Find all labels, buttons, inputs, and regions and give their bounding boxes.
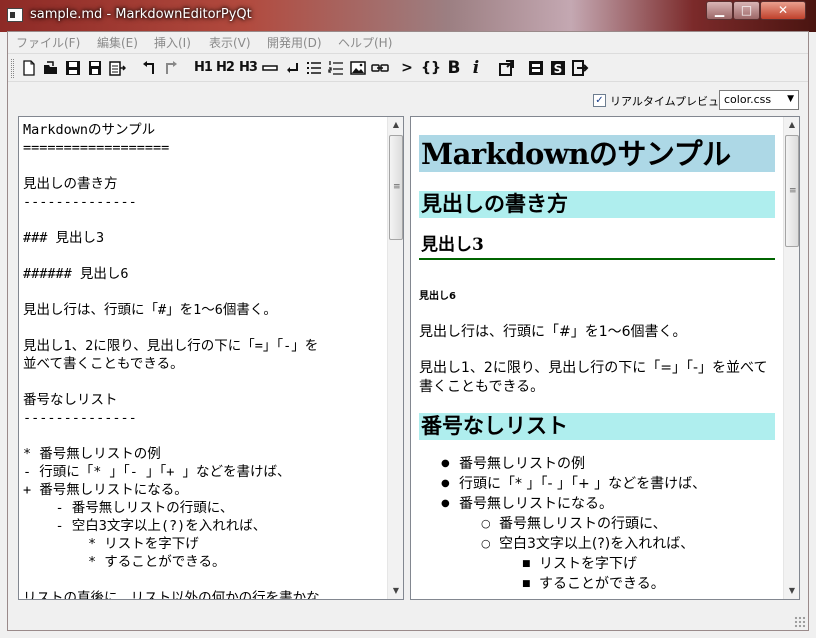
preview-scroll-thumb[interactable] [785,135,799,247]
close-button[interactable]: ✕ [760,1,806,20]
maximize-button[interactable]: □ [733,1,760,20]
preview-h1: Markdownのサンプル [419,135,775,172]
exit-icon[interactable] [571,59,589,77]
preview-list: 番号無しリストの例 行頭に「* 」「- 」「+ 」などを書けば、 番号無しリスト… [419,454,775,594]
menu-dev[interactable]: 開発用(D) [267,34,322,51]
list-item: 空白3文字以上(?)を入れれば、 [419,534,775,554]
css-select-value: color.css [724,93,772,106]
save-as-icon[interactable] [86,59,104,77]
editor-scrollbar[interactable]: ▲ ▼ [387,117,403,599]
preview-scrollbar[interactable]: ▲ ▼ [783,117,799,599]
list-item: リストを字下げ [419,554,775,574]
resize-grip[interactable] [794,616,806,628]
link-icon[interactable] [371,59,389,77]
realtime-preview-checkbox[interactable]: ✓ [593,94,606,107]
list-item: 行頭に「* 」「- 」「+ 」などを書けば、 [419,474,775,494]
heading3-button[interactable]: H3 [237,59,259,77]
window-title: sample.md - MarkdownEditorPyQt [30,7,252,22]
horizontal-rule-icon[interactable] [261,59,279,77]
refresh-preview-icon[interactable] [497,59,515,77]
bullet-list-icon[interactable] [305,59,323,77]
line-break-icon[interactable] [283,59,301,77]
preview-html-icon[interactable] [527,59,545,77]
image-icon[interactable] [349,59,367,77]
undo-icon[interactable] [140,59,158,77]
menu-edit[interactable]: 編集(E) [97,34,138,51]
bold-button[interactable]: B [445,59,463,77]
scroll-down-icon[interactable]: ▼ [388,583,403,599]
preview-h6: 見出し6 [419,291,456,302]
list-item: 番号無しリストの行頭に、 [419,514,775,534]
preview-content: Markdownのサンプル 見出しの書き方 見出し3 見出し6 見出し行は、行頭… [419,135,775,594]
preview-h3: 見出し3 [419,234,775,260]
toolbar-grip[interactable] [11,59,14,78]
export-icon[interactable] [108,59,127,77]
list-item: 番号無しリストになる。 [419,494,775,514]
preview-h2: 見出しの書き方 [419,191,775,218]
open-file-icon[interactable] [42,59,60,77]
menu-view[interactable]: 表示(V) [209,34,251,51]
preview-paragraph: 見出し1、2に限り、見出し行の下に「=」「-」を並べて書くこともできる。 [419,360,768,395]
code-button[interactable]: {} [421,59,441,77]
menu-help[interactable]: ヘルプ(H) [338,34,392,51]
css-select[interactable]: color.css ▼ [719,90,799,110]
app-icon [7,8,23,22]
app-window: sample.md - MarkdownEditorPyQt ▁ □ ✕ ファイ… [0,0,816,638]
save-icon[interactable] [64,59,82,77]
html-preview: Markdownのサンプル 見出しの書き方 見出し3 見出し6 見出し行は、行頭… [410,116,800,600]
heading2-button[interactable]: H2 [214,59,236,77]
options-row: ✓ リアルタイムプレビュー color.css ▼ [8,83,808,115]
list-item: 番号無しリストの例 [419,454,775,474]
svg-text:S: S [554,62,563,76]
italic-button[interactable]: i [467,59,485,77]
minimize-button[interactable]: ▁ [706,1,733,20]
numbered-list-icon[interactable] [327,59,345,77]
settings-icon[interactable]: S [549,59,567,77]
preview-h2: 番号なしリスト [419,413,775,440]
markdown-editor[interactable]: Markdownのサンプル ================== 見出しの書き方… [18,116,404,600]
status-bar [8,606,808,630]
scroll-up-icon[interactable]: ▲ [388,117,403,133]
redo-icon[interactable] [162,59,180,77]
title-bar[interactable]: sample.md - MarkdownEditorPyQt ▁ □ ✕ [0,0,816,32]
realtime-preview-label[interactable]: リアルタイムプレビュー [610,93,730,109]
preview-paragraph: 見出し行は、行頭に「#」を1～6個書く。 [419,324,687,340]
menu-insert[interactable]: 挿入(I) [154,34,191,51]
main-frame: ファイル(F) 編集(E) 挿入(I) 表示(V) 開発用(D) ヘルプ(H) [7,31,809,631]
list-item: することができる。 [419,574,775,594]
chevron-down-icon: ▼ [787,94,794,104]
menu-file[interactable]: ファイル(F) [16,34,80,51]
heading1-button[interactable]: H1 [192,59,214,77]
blockquote-button[interactable]: > [398,59,416,77]
scroll-up-icon[interactable]: ▲ [784,117,799,133]
menu-bar: ファイル(F) 編集(E) 挿入(I) 表示(V) 開発用(D) ヘルプ(H) [8,32,808,52]
editor-text[interactable]: Markdownのサンプル ================== 見出しの書き方… [23,121,383,599]
editor-scroll-thumb[interactable] [389,135,403,240]
scroll-down-icon[interactable]: ▼ [784,583,799,599]
new-file-icon[interactable] [20,59,38,77]
toolbar: H1 H2 H3 > {} B i S [8,53,808,82]
